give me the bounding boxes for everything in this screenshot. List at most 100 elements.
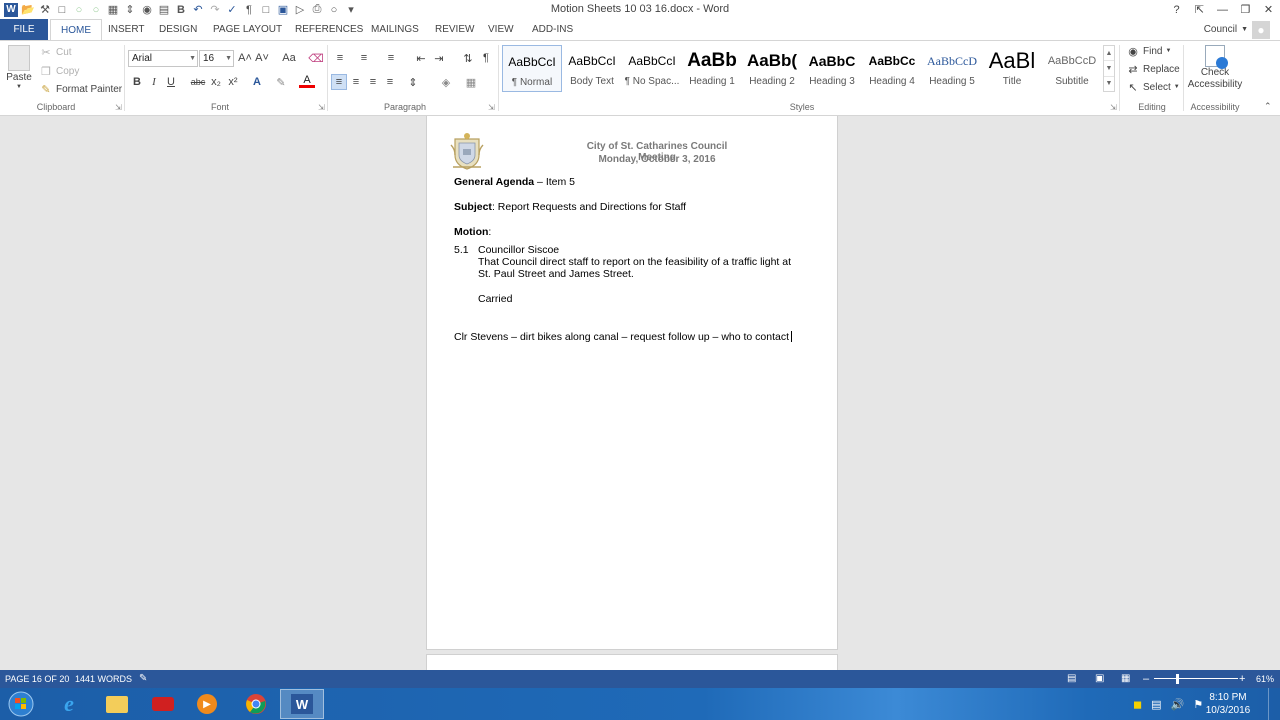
touch-mode-icon[interactable]: ○ xyxy=(327,3,341,17)
clipboard-launcher-icon[interactable]: ⇲ xyxy=(115,103,122,112)
bold-qat-icon[interactable]: B xyxy=(174,3,188,17)
customize-qat-icon[interactable]: ▾ xyxy=(344,3,358,17)
taskbar-word[interactable]: W xyxy=(280,689,324,719)
proofing-icon[interactable]: ✎ xyxy=(139,670,147,688)
replace-button[interactable]: ⇄ Replace xyxy=(1126,62,1179,76)
more-styles-icon[interactable]: ▼ xyxy=(1104,77,1114,91)
bullets-icon[interactable]: ≡ xyxy=(332,50,348,66)
change-case-button[interactable]: Aa xyxy=(278,50,300,66)
superscript-button[interactable]: x² xyxy=(225,74,241,90)
style-title[interactable]: AaBl Title xyxy=(982,45,1042,92)
decrease-indent-icon[interactable]: ⇤ xyxy=(413,50,429,66)
align-center-icon[interactable]: ≡ xyxy=(348,74,364,90)
tab-add-ins[interactable]: ADD-INS xyxy=(522,19,583,40)
italic-button[interactable]: I xyxy=(146,74,162,90)
minimize-button[interactable]: — xyxy=(1211,0,1234,19)
show-formatting-button[interactable]: ¶ xyxy=(478,50,494,66)
zoom-in-button[interactable]: + xyxy=(1239,670,1245,688)
print-layout-icon[interactable]: ▣ xyxy=(1095,670,1104,688)
show-desktop-button[interactable] xyxy=(1268,688,1280,720)
style-heading-4[interactable]: AaBbCc Heading 4 xyxy=(862,45,922,92)
find-button[interactable]: ◉ Find ▼ xyxy=(1126,44,1171,58)
user-name[interactable]: Council xyxy=(1204,24,1237,35)
shrink-font-button[interactable]: A˅ xyxy=(254,50,270,66)
close-button[interactable]: ✕ xyxy=(1257,0,1280,19)
sort-icon[interactable]: ⇅ xyxy=(460,50,476,66)
tab-mailings[interactable]: MAILINGS xyxy=(361,19,429,40)
word-count[interactable]: 1441 WORDS xyxy=(75,670,132,688)
spelling-check-icon[interactable]: ✓ xyxy=(225,3,239,17)
font-name-select[interactable]: Arial ▼ xyxy=(128,50,198,67)
align-left-icon[interactable]: ≡ xyxy=(331,74,347,90)
paste-button[interactable]: Paste ▼ xyxy=(6,45,32,90)
tab-design[interactable]: DESIGN xyxy=(149,19,207,40)
zoom-slider-thumb[interactable] xyxy=(1176,674,1179,684)
help-button[interactable]: ? xyxy=(1165,0,1188,19)
page-count[interactable]: PAGE 16 OF 20 xyxy=(5,670,69,688)
style-subtitle[interactable]: AaBbCcD Subtitle xyxy=(1042,45,1102,92)
style-heading-3[interactable]: AaBbC Heading 3 xyxy=(802,45,862,92)
subscript-button[interactable]: x₂ xyxy=(208,74,224,90)
clear-formatting-icon[interactable]: ⌫ xyxy=(308,50,324,66)
open-folder-icon[interactable]: 📂 xyxy=(21,3,35,17)
print-icon[interactable]: ⎙ xyxy=(310,3,324,17)
clipboard-icon[interactable]: ▤ xyxy=(157,3,171,17)
print-preview-icon[interactable]: ▷ xyxy=(293,3,307,17)
paragraph-launcher-icon[interactable]: ⇲ xyxy=(488,103,495,112)
copy-button[interactable]: ❐ Copy xyxy=(39,64,79,78)
shading-icon[interactable]: ◈ xyxy=(438,74,454,90)
shield-icon[interactable]: ◼ xyxy=(1133,698,1142,711)
redo-icon[interactable]: ↷ xyxy=(208,3,222,17)
insert-row-icon[interactable]: ⇕ xyxy=(123,3,137,17)
web-layout-icon[interactable]: ▦ xyxy=(1121,670,1130,688)
font-launcher-icon[interactable]: ⇲ xyxy=(318,103,325,112)
document-page[interactable]: City of St. Catharines Council Meeting M… xyxy=(426,116,838,650)
styles-gallery-scroll[interactable]: ▲ ▼ ▼ xyxy=(1103,45,1115,92)
taskbar-media-player[interactable]: ▶ xyxy=(185,689,229,719)
tab-file[interactable]: FILE xyxy=(0,19,48,40)
increase-indent-icon[interactable]: ⇥ xyxy=(431,50,447,66)
next-page[interactable] xyxy=(426,654,838,670)
chevron-down-icon[interactable]: ▼ xyxy=(1104,61,1114,77)
tab-review[interactable]: REVIEW xyxy=(425,19,484,40)
save-icon[interactable]: ▣ xyxy=(276,3,290,17)
taskbar-internet-explorer[interactable]: e xyxy=(47,689,91,719)
network-icon[interactable]: ▤ xyxy=(1151,698,1161,711)
bold-button[interactable]: B xyxy=(129,74,145,90)
system-clock[interactable]: 8:10 PM 10/3/2016 xyxy=(1198,691,1258,717)
start-button[interactable] xyxy=(0,689,42,719)
taskbar-file-explorer[interactable] xyxy=(95,689,139,719)
styles-launcher-icon[interactable]: ⇲ xyxy=(1110,103,1117,112)
taskbar-chrome[interactable] xyxy=(234,689,278,719)
user-account[interactable]: Council ▼ ● xyxy=(1204,20,1270,39)
font-size-select[interactable]: 16 ▼ xyxy=(199,50,234,67)
style-body-text[interactable]: AaBbCcI Body Text xyxy=(562,45,622,92)
chevron-up-icon[interactable]: ▲ xyxy=(1104,46,1114,62)
tab-page-layout[interactable]: PAGE LAYOUT xyxy=(203,19,292,40)
cut-button[interactable]: ✂ Cut xyxy=(39,45,71,59)
undo-icon[interactable]: ↶ xyxy=(191,3,205,17)
new-document-icon[interactable]: □ xyxy=(55,3,69,17)
collapse-ribbon-icon[interactable]: ⌃ xyxy=(1264,101,1272,112)
pilcrow-icon[interactable]: ¶ xyxy=(242,3,256,17)
tab-home[interactable]: HOME xyxy=(50,19,102,41)
zoom-level[interactable]: 61% xyxy=(1256,670,1274,688)
strikethrough-button[interactable]: abc xyxy=(189,74,207,90)
highlight-color-icon[interactable]: ✎ xyxy=(273,74,289,90)
tab-view[interactable]: VIEW xyxy=(478,19,524,40)
page-icon[interactable]: □ xyxy=(259,3,273,17)
ribbon-display-options-icon[interactable]: ⇱ xyxy=(1188,0,1211,19)
text-effects-button[interactable]: A xyxy=(249,74,265,90)
style-heading-5[interactable]: AaBbCcD Heading 5 xyxy=(922,45,982,92)
justify-icon[interactable]: ≡ xyxy=(382,74,398,90)
grow-font-button[interactable]: A˄ xyxy=(237,50,253,66)
check-accessibility-button[interactable]: Check Accessibility xyxy=(1186,45,1244,91)
read-mode-icon[interactable]: ▤ xyxy=(1067,670,1076,688)
restore-button[interactable]: ❐ xyxy=(1234,0,1257,19)
binoculars-icon[interactable]: ◉ xyxy=(140,3,154,17)
tools-icon[interactable]: ⚒ xyxy=(38,3,52,17)
tab-insert[interactable]: INSERT xyxy=(98,19,155,40)
table-icon[interactable]: ▦ xyxy=(106,3,120,17)
style-normal[interactable]: AaBbCcI ¶ Normal xyxy=(502,45,562,92)
circle-icon-2[interactable]: ○ xyxy=(89,3,103,17)
